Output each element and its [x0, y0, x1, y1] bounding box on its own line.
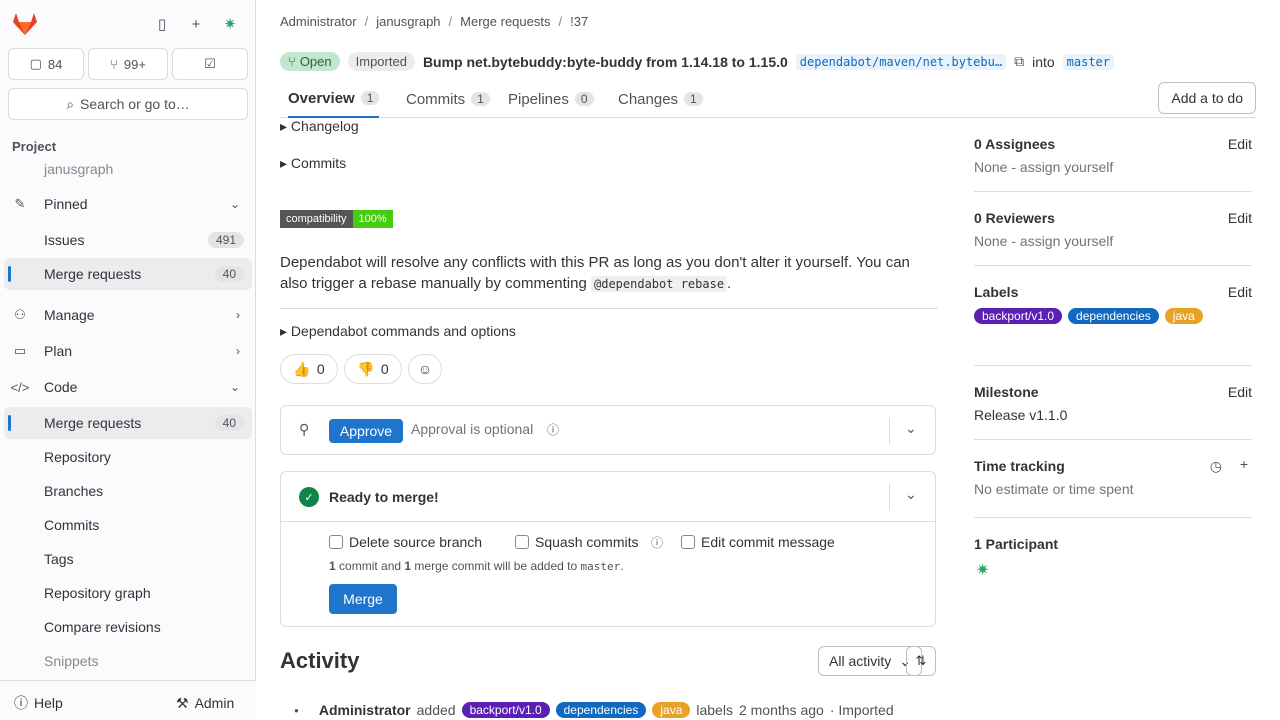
label-badge[interactable]: java	[652, 702, 691, 718]
user-avatar[interactable]: ✷	[216, 8, 244, 40]
search-button[interactable]: ⌕ Search or go to…	[8, 88, 248, 120]
admin-icon: ⚒	[176, 694, 189, 711]
sidebar-item-snippets[interactable]: Snippets	[4, 645, 252, 677]
edit-reviewers-button[interactable]: Edit	[1228, 210, 1252, 226]
add-time-icon[interactable]: +	[1240, 456, 1248, 472]
issue-icon: ▢	[29, 56, 42, 71]
sidebar-item-plan[interactable]: ▭ Plan ›	[4, 335, 252, 367]
count-badge: 491	[207, 232, 244, 248]
milestone-link[interactable]: Release v1.1.0	[974, 407, 1067, 423]
edit-assignees-button[interactable]: Edit	[1228, 136, 1252, 152]
edit-labels-button[interactable]: Edit	[1228, 284, 1252, 300]
sidebar-item-tags[interactable]: Tags	[4, 543, 252, 575]
search-icon: ⌕	[66, 95, 75, 112]
count-badge: 40	[214, 415, 244, 431]
chevron-right-icon: ›	[236, 308, 240, 322]
assign-yourself-link[interactable]: None - assign yourself	[974, 159, 1113, 175]
project-link[interactable]: janusgraph	[4, 156, 252, 182]
admin-button[interactable]: ⚒ Admin	[176, 689, 234, 717]
time-tracking-section: Time tracking ◷ + No estimate or time sp…	[974, 440, 1252, 518]
sort-button[interactable]: ⇅	[906, 646, 936, 676]
sidebar-item-commits[interactable]: Commits	[4, 509, 252, 541]
bullet-icon: ●	[294, 705, 299, 715]
reviewers-section: 0 Reviewers Edit None - assign yourself	[974, 192, 1252, 266]
merge-request-icon: ⑂	[110, 56, 118, 72]
label-badge[interactable]: java	[1164, 308, 1203, 324]
help-button[interactable]: ⓘ Help	[14, 689, 63, 717]
sidebar-footer: ⓘ Help ⚒ Admin	[0, 680, 256, 720]
sidebar-item-code[interactable]: </> Code ⌄	[4, 371, 252, 403]
sidebar-item-branches[interactable]: Branches	[4, 475, 252, 507]
gitlab-logo-icon[interactable]	[8, 8, 42, 40]
label-badge[interactable]: backport/v1.0	[461, 702, 550, 718]
milestone-section: Milestone Edit Release v1.1.0	[974, 366, 1252, 440]
feed-time: 2 months ago	[738, 702, 824, 718]
sidebar-item-manage[interactable]: ⚇ Manage ›	[4, 299, 252, 331]
activity-item: ● Administrator added backport/v1.0 depe…	[294, 702, 894, 718]
plan-icon: ▭	[13, 343, 27, 358]
users-icon: ⚇	[14, 307, 26, 322]
chevron-down-icon: ⌄	[229, 380, 240, 394]
activity-title: Activity	[280, 648, 360, 673]
feed-user-link[interactable]: Administrator	[319, 702, 411, 718]
issues-count-button[interactable]: ▢ 84	[8, 48, 84, 80]
label-badge[interactable]: dependencies	[555, 702, 647, 718]
create-new-icon[interactable]: +	[182, 8, 210, 40]
sidebar-toggle-icon[interactable]: ▯	[148, 8, 176, 40]
mr-count: 99+	[123, 56, 146, 72]
todo-icon: ☑	[204, 56, 216, 71]
count-badge: 40	[214, 266, 244, 282]
pin-icon: ✎	[14, 196, 26, 211]
clock-icon[interactable]: ◷	[1210, 458, 1222, 475]
chevron-right-icon: ›	[236, 344, 240, 358]
participant-avatar[interactable]: ✷	[976, 560, 989, 580]
sidebar-item-issues[interactable]: Issues 491	[4, 224, 252, 256]
sidebar-item-pinned[interactable]: ✎ Pinned ⌄	[4, 188, 252, 220]
sidebar-item-repository[interactable]: Repository	[4, 441, 252, 473]
sidebar-item-repository-graph[interactable]: Repository graph	[4, 577, 252, 609]
add-todo-button[interactable]: Add a to do	[1158, 82, 1256, 114]
code-icon: </>	[10, 379, 30, 395]
sidebar: ▯ + ✷ ▢ 84 ⑂ 99+ ☑ ⌕ Search or go to… Proje…	[0, 0, 256, 720]
mr-count-button[interactable]: ⑂ 99+	[88, 48, 168, 80]
label-badge[interactable]: backport/v1.0	[974, 308, 1063, 324]
chevron-down-icon: ⌄	[229, 197, 240, 211]
copy-icon[interactable]: ⧉	[1014, 53, 1024, 70]
assign-yourself-link[interactable]: None - assign yourself	[974, 233, 1113, 249]
help-icon: ⓘ	[14, 695, 28, 711]
issues-count: 84	[47, 56, 63, 72]
assignees-section: 0 Assignees Edit None - assign yourself	[974, 118, 1252, 192]
participants-section: 1 Participant ✷	[974, 536, 1059, 580]
label-badge[interactable]: dependencies	[1068, 308, 1159, 324]
sidebar-item-merge-requests-pinned[interactable]: Merge requests 40	[4, 258, 252, 290]
sidebar-item-merge-requests[interactable]: Merge requests 40	[4, 407, 252, 439]
target-branch-link[interactable]: master	[1062, 53, 1115, 70]
sort-icon: ⇅	[915, 653, 927, 668]
section-title: Project	[12, 139, 57, 154]
edit-milestone-button[interactable]: Edit	[1228, 384, 1252, 400]
labels-section: Labels Edit backport/v1.0 dependencies j…	[974, 266, 1252, 366]
into-text: into	[1032, 53, 1055, 70]
sidebar-item-compare-revisions[interactable]: Compare revisions	[4, 611, 252, 643]
todo-button[interactable]: ☑	[172, 48, 248, 80]
